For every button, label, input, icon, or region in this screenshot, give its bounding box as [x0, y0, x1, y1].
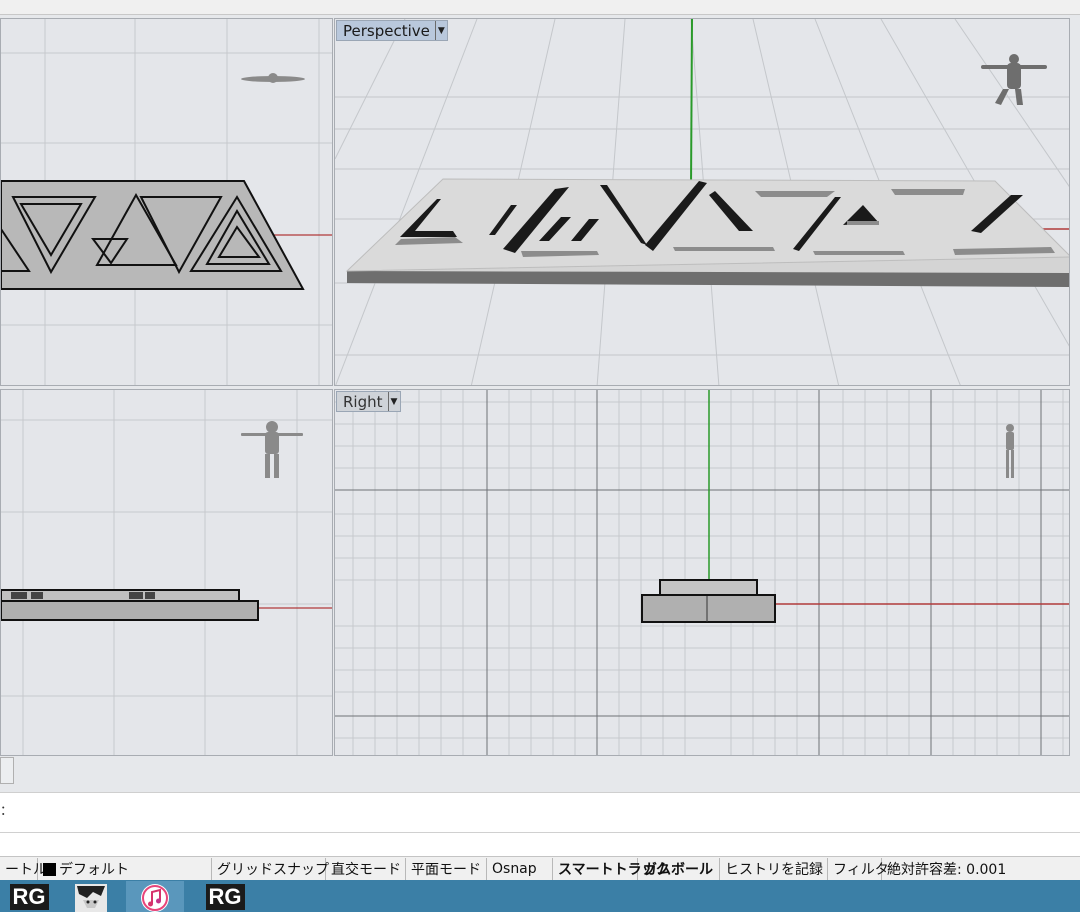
- taskbar-app-2[interactable]: [62, 881, 120, 912]
- chevron-down-icon[interactable]: ▼: [387, 392, 400, 411]
- current-layer[interactable]: デフォルト: [38, 858, 212, 880]
- front-view-canvas: [1, 390, 332, 755]
- chevron-down-icon[interactable]: ▼: [434, 21, 447, 40]
- layer-name: デフォルト: [59, 862, 129, 878]
- viewport-tab-area: [0, 756, 1080, 792]
- osnap-toggle[interactable]: Osnap: [487, 858, 553, 880]
- viewport-tab-scroll[interactable]: [0, 757, 14, 784]
- absolute-tolerance: 絶対許容差: 0.001: [887, 862, 1007, 878]
- smarttrack-toggle[interactable]: スマートトラック: [553, 858, 670, 880]
- anime-character-icon: [75, 883, 107, 912]
- perspective-canvas: [335, 19, 1069, 385]
- rhino-app-icon: RG: [9, 883, 49, 910]
- top-toolbar-strip: [0, 0, 1080, 15]
- human-scale-figure: [241, 73, 305, 83]
- taskbar-rhino-1[interactable]: RG: [0, 881, 58, 912]
- windows-taskbar: RG RG: [0, 880, 1080, 912]
- command-history[interactable]: [0, 792, 1080, 857]
- viewport-title-text: Right: [343, 392, 383, 411]
- ortho-toggle[interactable]: 直交モード: [326, 858, 406, 880]
- itunes-icon: [141, 883, 169, 912]
- viewport-perspective[interactable]: Perspective ▼: [334, 18, 1070, 386]
- command-divider: [0, 832, 1080, 833]
- human-scale-figure: [241, 421, 303, 478]
- viewport-front[interactable]: [0, 389, 333, 756]
- viewport-top[interactable]: [0, 18, 333, 386]
- viewport-title-perspective[interactable]: Perspective ▼: [336, 20, 448, 41]
- command-prompt: ：: [0, 804, 14, 819]
- units-label: ートル: [0, 858, 47, 880]
- right-view-canvas: [335, 390, 1069, 755]
- rhino-app-icon: RG: [205, 883, 245, 910]
- status-bar: ートル デフォルト グリッドスナップ 直交モード 平面モード Osnap スマー…: [0, 856, 1080, 881]
- top-view-canvas: [1, 19, 332, 385]
- gumball-toggle[interactable]: ガムボール: [638, 858, 720, 880]
- grid-snap-toggle[interactable]: グリッドスナップ: [212, 858, 329, 880]
- viewport-right[interactable]: Right ▼: [334, 389, 1070, 756]
- record-history-toggle[interactable]: ヒストリを記録: [720, 858, 828, 880]
- viewport-title-text: Perspective: [343, 21, 430, 40]
- taskbar-itunes[interactable]: [126, 881, 184, 912]
- layer-color-swatch: [43, 862, 56, 876]
- viewport-title-right[interactable]: Right ▼: [336, 391, 401, 412]
- planar-toggle[interactable]: 平面モード: [406, 858, 487, 880]
- filter-button[interactable]: フィルタ: [828, 858, 889, 880]
- taskbar-rhino-2[interactable]: RG: [196, 881, 254, 912]
- human-scale-figure: [1006, 424, 1014, 478]
